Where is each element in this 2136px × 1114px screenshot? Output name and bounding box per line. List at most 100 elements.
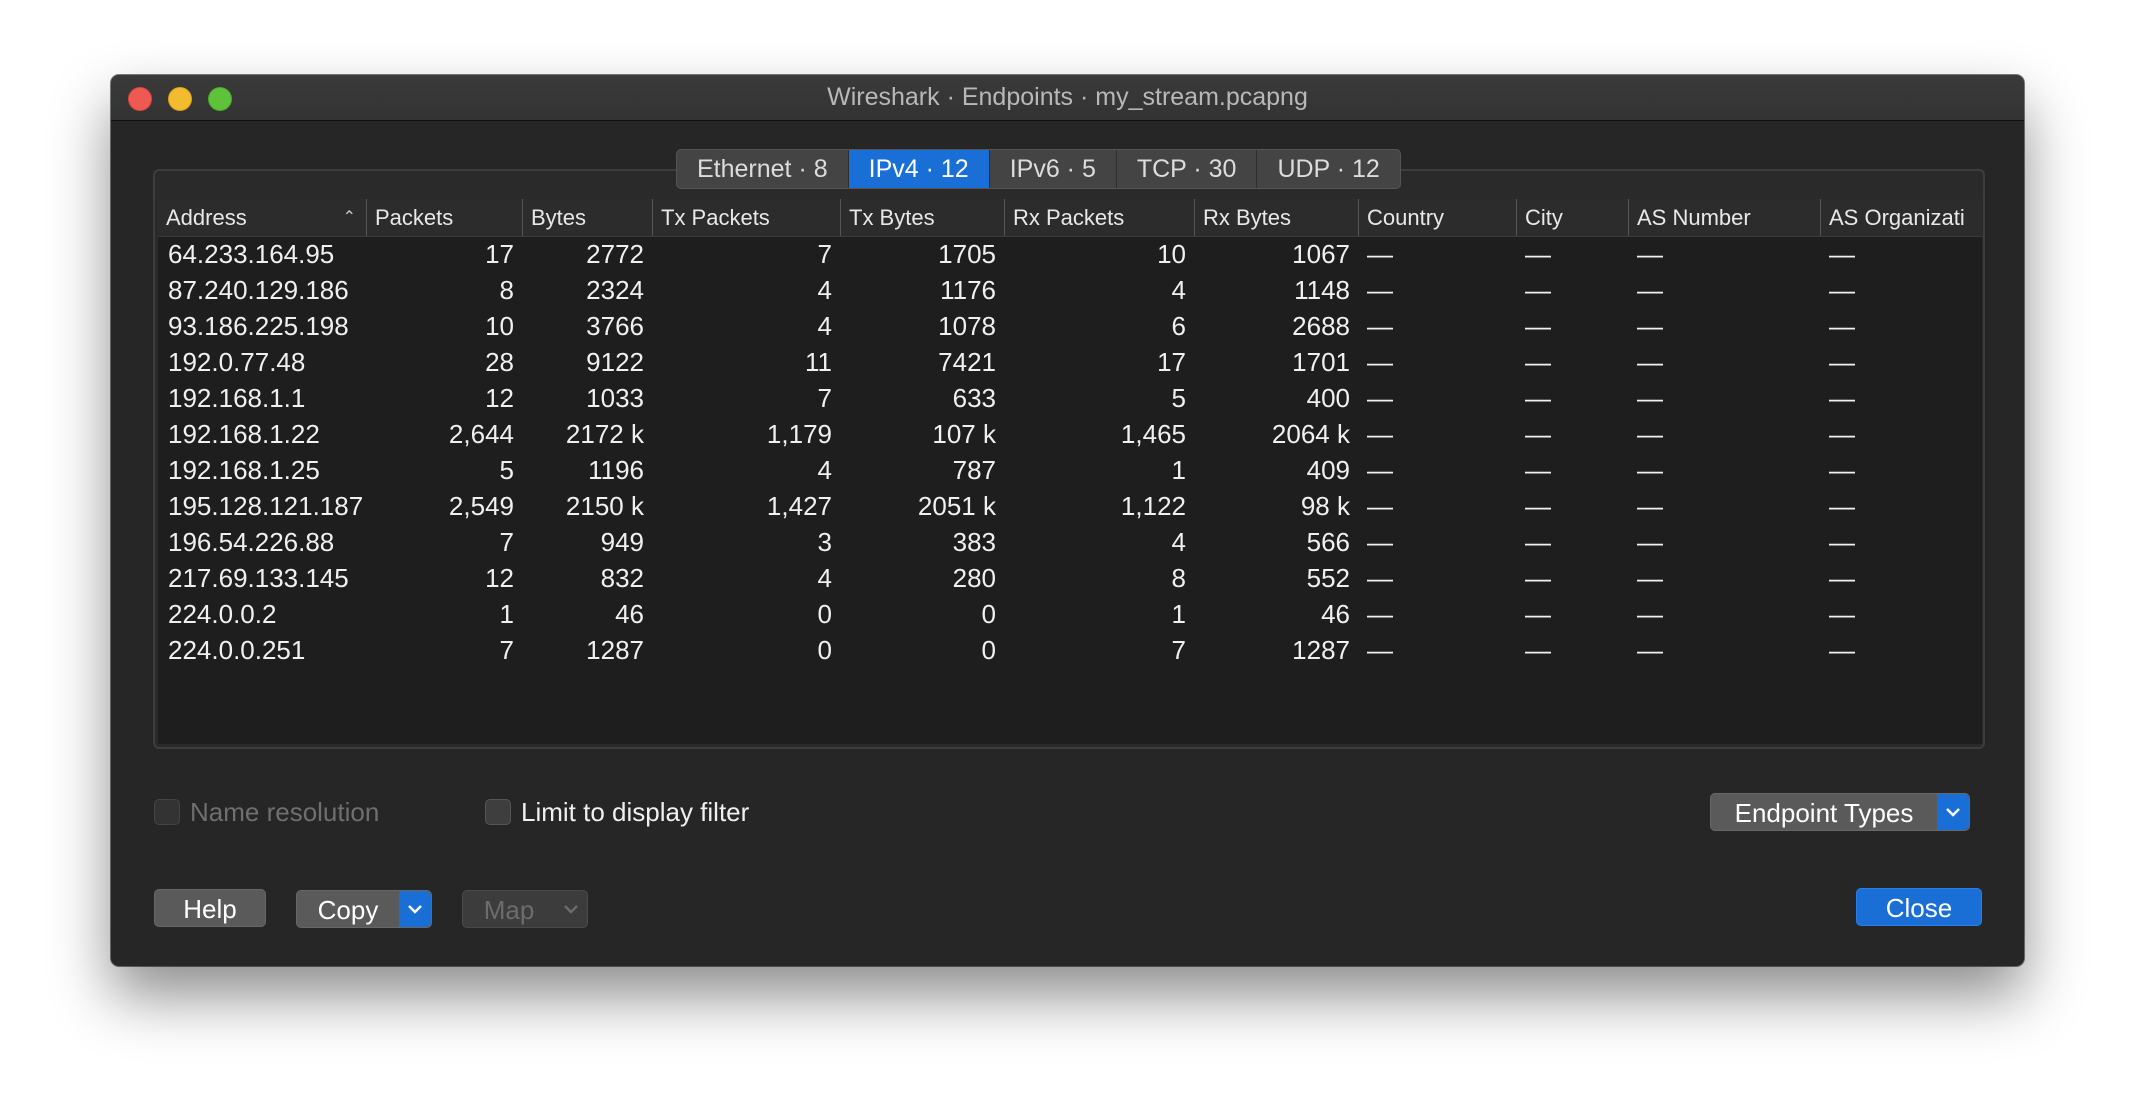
tab-udp[interactable]: UDP · 12 [1257,150,1399,188]
cell-country: — [1367,239,1393,269]
cell-as-organization: — [1829,311,1855,341]
map-dropdown-button[interactable]: Map [462,890,588,928]
cell-as-number: — [1637,635,1663,665]
cell-tx-packets: 7 [817,383,832,413]
cell-bytes: 3766 [586,311,644,341]
cell-country: — [1367,491,1393,521]
table-row[interactable]: 195.128.121.187 2,549 2150 k 1,427 2051 k 1,1… [158,488,1982,524]
cell-as-number: — [1637,527,1663,557]
cell-as-number: — [1637,275,1663,305]
cell-country: — [1367,311,1393,341]
cell-country: — [1367,347,1393,377]
cell-tx-bytes: 0 [981,599,996,629]
cell-city: — [1525,599,1551,629]
cell-tx-bytes: 0 [981,635,996,665]
cell-tx-bytes: 787 [952,455,996,485]
cell-as-number: — [1637,347,1663,377]
cell-bytes: 1196 [588,455,644,485]
cell-country: — [1367,419,1393,449]
cell-rx-bytes: 400 [1306,383,1350,413]
cell-bytes: 1033 [586,383,644,413]
table-row[interactable]: 64.233.164.95 17 2772 7 1705 10 1067 — — — — [158,236,1982,272]
column-header-address[interactable]: Address ⌃ [158,199,366,236]
cell-tx-bytes: 2051 k [917,491,996,521]
column-header-tx-bytes[interactable]: Tx Bytes [840,199,1004,236]
column-header-rx-bytes[interactable]: Rx Bytes [1194,199,1358,236]
cell-city: — [1525,419,1551,449]
cell-packets: 1 [499,599,514,629]
cell-country: — [1367,455,1393,485]
cell-tx-packets: 11 [805,347,832,377]
limit-to-display-filter-checkbox[interactable] [485,799,511,825]
cell-city: — [1525,347,1551,377]
sort-ascending-icon: ⌃ [342,209,356,226]
table-row[interactable]: 192.0.77.48 28 9122 11 7421 17 1701 — — — — [158,344,1982,380]
cell-tx-bytes: 280 [952,563,996,593]
cell-address: 196.54.226.88 [168,527,335,557]
tab-bar: Ethernet · 8 IPv4 · 12 IPv6 · 5 TCP · 30… [676,149,1401,189]
table-row[interactable]: 192.168.1.25 5 1196 4 787 1 409 — — — — [158,452,1982,488]
tab-ipv4[interactable]: IPv4 · 12 [848,150,990,188]
cell-as-number: — [1637,563,1663,593]
cell-bytes: 9122 [586,347,644,377]
endpoints-table[interactable]: Address ⌃ Packets Bytes Tx Packets Tx By… [158,199,1982,744]
cell-tx-bytes: 633 [952,383,996,413]
tab-ethernet[interactable]: Ethernet · 8 [677,150,849,188]
column-header-rx-packets[interactable]: Rx Packets [1004,199,1194,236]
column-header-as-number[interactable]: AS Number [1628,199,1820,236]
window-title: Wireshark · Endpoints · my_stream.pcapng [827,83,1308,111]
cell-bytes: 46 [615,599,644,629]
table-row[interactable]: 192.168.1.22 2,644 2172 k 1,179 107 k 1,465 20… [158,416,1982,452]
cell-as-organization: — [1829,599,1855,629]
cell-address: 64.233.164.95 [168,239,335,269]
cell-rx-packets: 4 [1171,527,1186,557]
cell-tx-packets: 4 [817,311,832,341]
cell-address: 192.0.77.48 [168,347,306,377]
cell-as-organization: — [1829,275,1855,305]
close-button[interactable]: Close [1856,888,1982,926]
chevron-down-icon [555,891,587,927]
cell-rx-bytes: 2064 k [1271,419,1350,449]
table-row[interactable]: 224.0.0.2 1 46 0 0 1 46 — — — — [158,596,1982,632]
table-row[interactable]: 224.0.0.251 7 1287 0 0 7 1287 — — — — [158,632,1982,668]
column-header-tx-packets[interactable]: Tx Packets [652,199,840,236]
cell-address: 87.240.129.186 [168,275,349,305]
help-button[interactable]: Help [154,889,266,927]
tab-ipv6[interactable]: IPv6 · 5 [990,150,1117,188]
cell-city: — [1525,455,1551,485]
cell-tx-bytes: 383 [952,527,996,557]
cell-tx-packets: 1,427 [766,491,832,521]
tab-tcp[interactable]: TCP · 30 [1117,150,1258,188]
endpoint-types-dropdown[interactable]: Endpoint Types [1710,793,1970,831]
table-row[interactable]: 192.168.1.1 12 1033 7 633 5 400 — — — — [158,380,1982,416]
table-row[interactable]: 87.240.129.186 8 2324 4 1176 4 1148 — — — — [158,272,1982,308]
cell-rx-packets: 10 [1157,239,1186,269]
cell-country: — [1367,275,1393,305]
column-header-bytes[interactable]: Bytes [522,199,652,236]
cell-city: — [1525,383,1551,413]
name-resolution-option: Name resolution [154,794,379,830]
column-header-packets[interactable]: Packets [366,199,522,236]
column-header-country[interactable]: Country [1358,199,1516,236]
cell-bytes: 949 [600,527,644,557]
endpoints-window: Wireshark · Endpoints · my_stream.pcapng… [111,75,2024,966]
table-row[interactable]: 93.186.225.198 10 3766 4 1078 6 2688 — — — — [158,308,1982,344]
cell-as-number: — [1637,455,1663,485]
cell-country: — [1367,527,1393,557]
table-row[interactable]: 217.69.133.145 12 832 4 280 8 552 — — — — [158,560,1982,596]
limit-to-display-filter-label: Limit to display filter [521,796,750,827]
cell-country: — [1367,635,1393,665]
cell-address: 217.69.133.145 [168,563,349,593]
cell-tx-bytes: 107 k [932,419,996,449]
cell-rx-packets: 7 [1171,635,1186,665]
copy-dropdown-button[interactable]: Copy [296,890,432,928]
column-header-city[interactable]: City [1516,199,1628,236]
cell-tx-packets: 7 [817,239,832,269]
cell-packets: 12 [485,563,514,593]
cell-packets: 8 [499,275,514,305]
cell-packets: 28 [485,347,514,377]
name-resolution-checkbox[interactable] [154,799,180,825]
cell-rx-packets: 1,465 [1120,419,1186,449]
table-row[interactable]: 196.54.226.88 7 949 3 383 4 566 — — — — [158,524,1982,560]
column-header-as-organization[interactable]: AS Organizati [1820,199,1982,236]
